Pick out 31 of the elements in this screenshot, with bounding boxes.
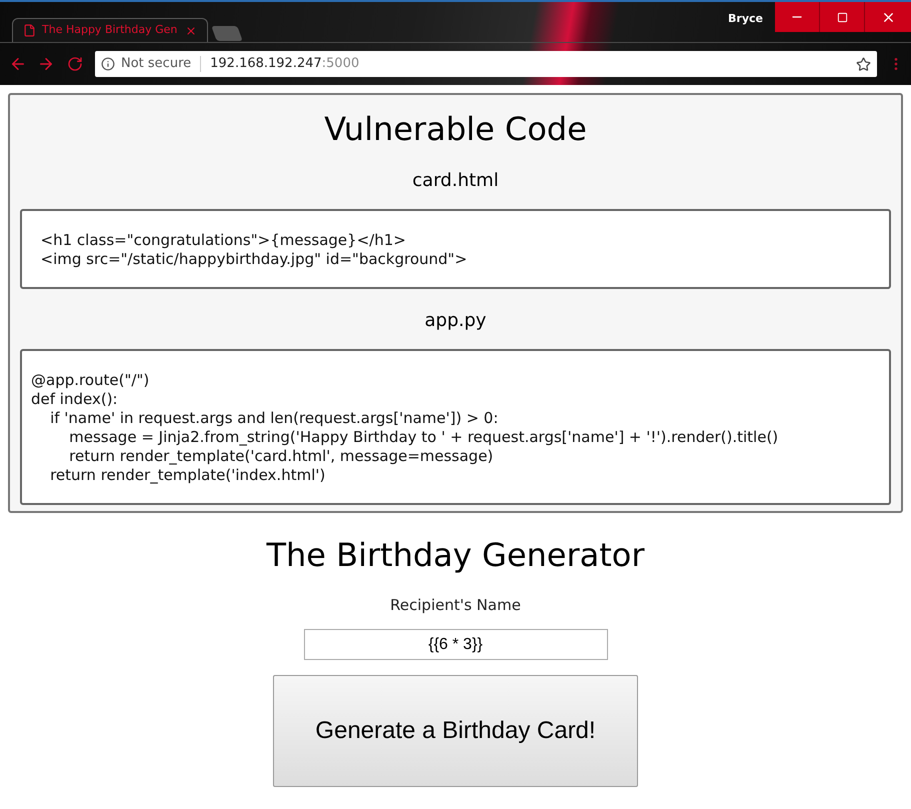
code-line: <h1 class="congratulations">{message}</h1> xyxy=(40,231,406,250)
code-line: message = Jinja2.from_string('Happy Birthday to ' + request.args['name'] + '!').render().title() xyxy=(68,428,778,447)
section-heading: Vulnerable Code xyxy=(324,109,587,149)
info-icon xyxy=(101,57,115,71)
maximize-button[interactable] xyxy=(820,2,865,32)
generate-button[interactable]: Generate a Birthday Card! xyxy=(273,675,638,787)
close-icon[interactable] xyxy=(185,24,197,36)
back-icon[interactable] xyxy=(9,55,27,73)
url-text: 192.168.192.247:5000 xyxy=(210,55,360,74)
code-line: <img src="/static/happybirthday.jpg" id="background"> xyxy=(40,250,468,269)
address-bar[interactable]: Not secure 192.168.192.247:5000 xyxy=(95,51,877,77)
code-line: return render_template('index.html') xyxy=(49,466,326,485)
file-name: card.html xyxy=(412,169,499,193)
name-input[interactable]: {{6 * 3}} xyxy=(304,629,608,660)
reload-icon[interactable] xyxy=(67,56,83,72)
security-label: Not secure xyxy=(121,55,192,74)
bookmark-star-icon[interactable] xyxy=(856,56,871,72)
new-tab-button[interactable] xyxy=(211,26,243,41)
browser-tab[interactable]: The Happy Birthday Gen xyxy=(12,18,208,42)
code-line: @app.route("/") xyxy=(31,371,150,390)
code-line: return render_template('card.html', message=message) xyxy=(68,447,494,466)
code-line: if 'name' in request.args and len(request.args['name']) > 0: xyxy=(49,409,498,428)
maximize-icon xyxy=(836,12,848,22)
code-line: def index(): xyxy=(31,390,118,409)
page-title: The Birthday Generator xyxy=(266,535,645,575)
tab-title: The Happy Birthday Gen xyxy=(42,22,178,38)
page-icon xyxy=(23,24,36,37)
file-name: app.py xyxy=(424,309,486,333)
profile-name[interactable]: Bryce xyxy=(728,11,763,28)
forward-icon[interactable] xyxy=(37,55,55,73)
field-label: Recipient's Name xyxy=(390,595,521,615)
